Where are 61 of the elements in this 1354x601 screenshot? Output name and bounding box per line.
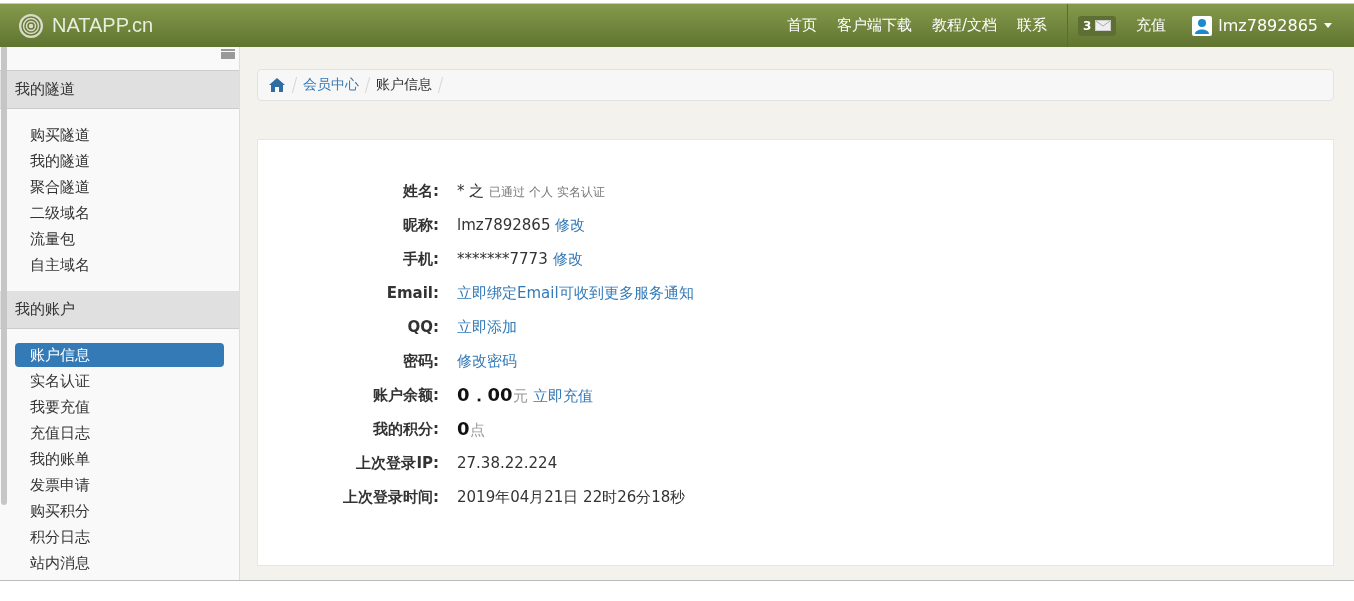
nav-link[interactable]: 联系: [1016, 16, 1047, 35]
sidebar-item[interactable]: 发票申请: [15, 473, 224, 497]
sidebar-item[interactable]: 站内消息: [15, 551, 224, 575]
breadcrumb-link[interactable]: 会员中心: [303, 76, 359, 94]
link[interactable]: 立即绑定Email可收到更多服务通知: [457, 276, 694, 310]
sidebar-item[interactable]: 购买隧道: [15, 123, 224, 147]
sidebar-item[interactable]: 实名认证: [15, 369, 224, 393]
recharge-link[interactable]: 充值: [1136, 16, 1167, 35]
menu-icon[interactable]: [221, 49, 235, 59]
link[interactable]: 修改: [552, 242, 583, 276]
nav-link[interactable]: 教程/文档: [931, 16, 997, 35]
field-value: 2019年04月21日 22时26分18秒: [457, 487, 686, 508]
site-logo[interactable]: NATAPP.cn: [52, 14, 154, 37]
field-label: 上次登录IP:: [355, 453, 439, 474]
field-label: 密码:: [402, 351, 439, 372]
sidebar-item[interactable]: 我的账单: [15, 447, 224, 471]
message-count: 3: [1082, 18, 1092, 33]
amount-value: 0: [457, 417, 470, 441]
field-label: 我的积分:: [372, 419, 439, 440]
sidebar-item[interactable]: 自主域名: [15, 253, 224, 277]
spiral-logo-icon: [18, 12, 44, 39]
status-note: 已通过 个人 实名认证: [489, 184, 605, 201]
field-label: 账户余额:: [372, 385, 439, 406]
sidebar-item[interactable]: 流量包: [15, 227, 224, 251]
nav-link[interactable]: 客户端下载: [836, 16, 912, 35]
section-header: 我的账户: [0, 291, 239, 329]
link[interactable]: 立即添加: [457, 310, 517, 344]
nav-link[interactable]: 首页: [786, 16, 817, 35]
message-button[interactable]: 3: [1077, 15, 1117, 36]
sidebar-item[interactable]: 我的隧道: [15, 149, 224, 173]
sidebar-item[interactable]: 我要充值: [15, 395, 224, 419]
field-label: 上次登录时间:: [342, 487, 439, 508]
section-header: 我的隧道: [0, 71, 239, 109]
user-avatar-icon: [1192, 15, 1213, 36]
envelope-icon: [1095, 20, 1112, 31]
sidebar-item[interactable]: 二级域名: [15, 201, 224, 225]
field-value: *******7773: [457, 249, 548, 270]
field-label: 昵称:: [402, 215, 439, 236]
caret-icon: [1324, 23, 1332, 28]
sidebar-item[interactable]: 购买积分: [15, 499, 224, 523]
unit-label: 点: [469, 420, 485, 441]
field-label: QQ:: [406, 317, 439, 338]
current-page-label: 账户信息: [376, 76, 432, 94]
field-value: 27.38.22.224: [457, 453, 558, 474]
field-label: 姓名:: [402, 181, 439, 202]
sidebar-item[interactable]: 充值日志: [15, 421, 224, 445]
link[interactable]: 修改密码: [457, 344, 517, 378]
field-label: Email:: [385, 283, 439, 304]
field-label: 手机:: [402, 249, 439, 270]
sidebar-item[interactable]: 账户信息: [15, 343, 224, 367]
link[interactable]: 修改: [555, 208, 586, 242]
amount-value: 0．00: [457, 383, 513, 407]
user-menu[interactable]: lmz7892865: [1192, 15, 1332, 36]
home-icon[interactable]: [268, 77, 286, 93]
field-value: * 之: [457, 181, 485, 202]
sidebar-item[interactable]: 聚合隧道: [15, 175, 224, 199]
username: lmz7892865: [1218, 16, 1318, 35]
sidebar-item[interactable]: 积分日志: [15, 525, 224, 549]
link[interactable]: 立即充值: [532, 379, 593, 413]
field-value: lmz7892865: [457, 215, 551, 236]
unit-label: 元: [512, 386, 528, 407]
